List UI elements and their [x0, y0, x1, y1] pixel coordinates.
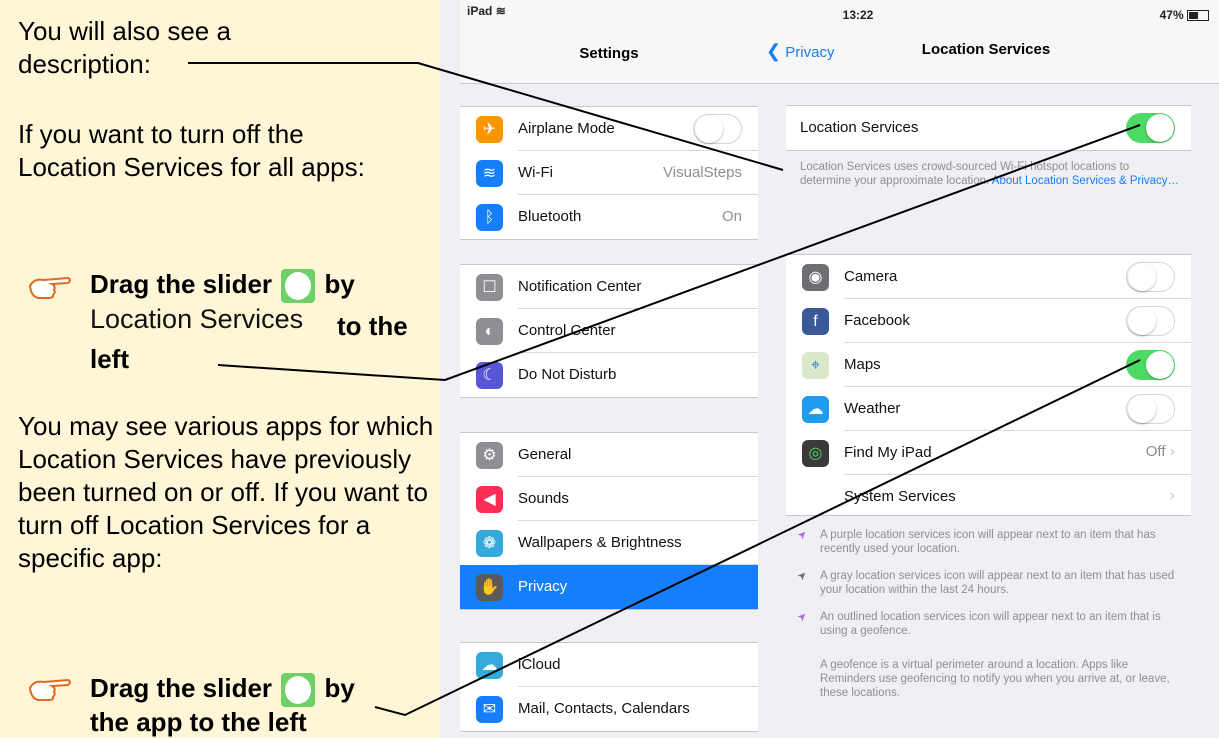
callout-line-description: [188, 62, 784, 171]
callout-lines: [188, 62, 1141, 717]
callout-line-location-slider: [217, 124, 1141, 382]
callout-line-app-slider: [374, 359, 1141, 717]
